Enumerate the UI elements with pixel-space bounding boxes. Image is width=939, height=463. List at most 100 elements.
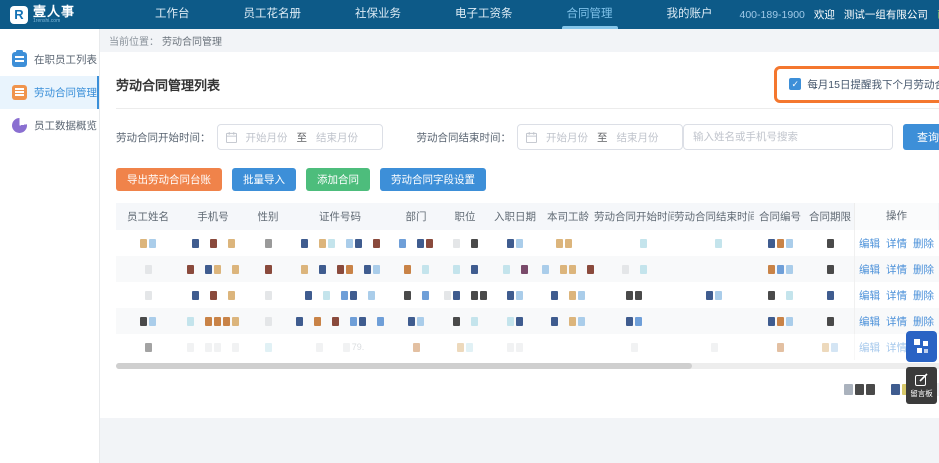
action-button[interactable]: 批量导入 [232,168,296,191]
table-cell [754,230,806,256]
redacted-block [542,264,549,274]
action-button[interactable]: 添加合同 [306,168,370,191]
redacted-block [264,290,272,300]
table-cell [806,282,854,308]
redacted-block [470,238,478,248]
breadcrumb: 当前位置： 劳动合同管理 [100,29,939,52]
redacted-block [516,238,523,248]
table-row: 编辑 详情 删除 [116,256,939,282]
table-cell [246,308,290,334]
redacted-block [227,290,235,300]
redacted-block [232,342,239,352]
redacted-block [341,290,348,300]
redacted-text [711,317,718,326]
page-title: 劳动合同管理列表 [116,77,221,93]
floating-widget-button[interactable] [906,331,937,362]
row-action-link[interactable]: 删除 [913,288,934,303]
table-cell [116,230,180,256]
table-cell [116,256,180,282]
company-name[interactable]: 测试一组有限公司 [844,7,928,22]
nav-item[interactable]: 工作台 [128,0,217,29]
sidebar-item[interactable]: 在职员工列表 [0,43,99,76]
row-action-link[interactable]: 编辑 [859,314,880,329]
redacted-block [214,342,221,352]
table-cell [542,230,594,256]
contract-start-label: 劳动合同开始时间： [116,131,211,144]
contract-end-range-picker[interactable]: 开始月份 至 结束月份 [517,124,683,150]
table-cell [754,334,806,360]
redacted-block [635,316,642,326]
redacted-block [345,264,353,274]
nav-item[interactable]: 员工花名册 [217,0,329,29]
row-action-link[interactable]: 详情 [886,236,907,251]
row-action-link[interactable]: 删除 [913,262,934,277]
nav-item[interactable]: 社保业务 [328,0,428,29]
redacted-block [626,290,633,300]
nav-item[interactable]: 我的账户 [640,0,740,29]
nav-item[interactable]: 合同管理 [540,0,640,29]
redacted-block [264,342,272,352]
table-cell [594,334,674,360]
table-cell [594,230,674,256]
table-cell [542,334,594,360]
table-cell [390,230,442,256]
end-month-placeholder: 结束月份 [316,131,358,144]
table-cell [674,230,754,256]
redacted-block [350,316,357,326]
row-action-link[interactable]: 删除 [913,236,934,251]
redacted-block [452,316,460,326]
message-board-button[interactable]: 留言板 [906,367,937,404]
redacted-block [785,290,793,300]
redacted-text [264,238,272,248]
redacted-text [826,290,834,300]
horizontal-scrollbar[interactable] [116,363,939,369]
table-cell [442,230,488,256]
redacted-block [144,342,152,352]
redacted-text [264,316,272,326]
redacted-text [844,383,875,395]
redacted-block [826,238,834,248]
row-action-link[interactable]: 详情 [886,340,907,355]
sidebar-item[interactable]: 员工数据概览 [0,109,99,142]
row-action-link[interactable]: 编辑 [859,236,880,251]
table-cell [390,282,442,308]
redacted-block [191,238,199,248]
redacted-text [140,316,156,326]
redacted-block [560,264,567,274]
row-action-link[interactable]: 编辑 [859,340,880,355]
sidebar-item[interactable]: 劳动合同管理 [0,76,99,109]
scrollbar-thumb[interactable] [116,363,692,369]
search-button[interactable]: 查询 [903,124,939,150]
app-logo[interactable]: R 壹人事 1renshi.com [0,5,104,24]
row-action-link[interactable]: 删除 [913,314,934,329]
row-action-link[interactable]: 详情 [886,314,907,329]
redacted-text [826,316,834,326]
row-action-link[interactable]: 详情 [886,262,907,277]
redacted-text [822,342,838,352]
column-header: 劳动合同结束时间 [674,211,754,223]
contract-start-range-picker[interactable]: 开始月份 至 结束月份 [216,124,383,150]
redacted-block [715,238,722,248]
redacted-block [327,238,335,248]
row-action-link[interactable]: 编辑 [859,288,880,303]
table-cell [290,230,390,256]
search-input[interactable] [683,124,893,150]
sitemap-icon [914,339,928,353]
redacted-block [232,316,239,326]
redacted-block [706,290,713,300]
table-cell [442,256,488,282]
redacted-text [710,342,718,352]
redacted-block [191,290,199,300]
table-cell [594,308,674,334]
redacted-block [443,290,451,300]
redacted-block [144,264,152,274]
row-action-link[interactable]: 编辑 [859,262,880,277]
action-button[interactable]: 导出劳动合同台账 [116,168,222,191]
redacted-text [187,316,239,326]
nav-item[interactable]: 电子工资条 [428,0,540,29]
action-button[interactable]: 劳动合同字段设置 [380,168,486,191]
redacted-block [417,238,424,248]
reminder-checkbox[interactable]: ✓ [789,78,802,90]
redacted-block [223,316,230,326]
row-action-link[interactable]: 详情 [886,288,907,303]
